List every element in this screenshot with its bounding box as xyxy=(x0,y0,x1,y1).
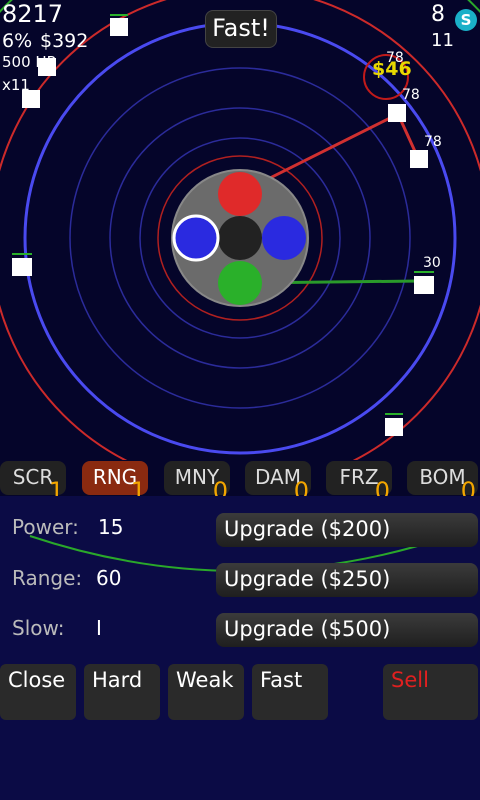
enemy xyxy=(414,276,434,294)
enemy-hp-label: 30 xyxy=(423,255,441,271)
enemy xyxy=(410,150,428,168)
speed-button[interactable]: Fast! xyxy=(205,10,277,48)
wave-number: 11 xyxy=(431,30,454,51)
slow-value: I xyxy=(96,616,102,640)
upgrade-power-button[interactable]: Upgrade ($200) xyxy=(216,513,478,547)
score: 8217 xyxy=(2,0,64,28)
tab-rng[interactable]: RNG 1 xyxy=(82,461,148,505)
enemy xyxy=(385,418,403,436)
green-tower-orb[interactable] xyxy=(218,261,262,305)
coin-icon-letter: S xyxy=(460,11,472,29)
tab-dam[interactable]: DAM 0 xyxy=(245,461,311,505)
fast-button[interactable]: Fast xyxy=(252,664,328,720)
upgrade-range-button[interactable]: Upgrade ($250) xyxy=(216,563,478,597)
tab-mny[interactable]: MNY 0 xyxy=(164,461,230,505)
tab-label: SCR xyxy=(12,465,54,489)
upgrade-slow-button[interactable]: Upgrade ($500) xyxy=(216,613,478,647)
coin-icon[interactable]: S xyxy=(455,9,477,31)
enemy-hp: 500 HP xyxy=(2,53,56,71)
range-label: Range: xyxy=(12,566,83,590)
hard-button[interactable]: Hard xyxy=(84,664,160,720)
red-tower-orb[interactable] xyxy=(218,172,262,216)
progress-percent: 6% xyxy=(2,30,33,52)
enemy-hp-label: 78 xyxy=(386,50,404,66)
enemy-hp-label: 78 xyxy=(424,134,442,150)
blue-tower-orb-right[interactable] xyxy=(262,216,306,260)
money: $392 xyxy=(40,30,89,52)
enemy xyxy=(110,18,128,36)
enemy xyxy=(388,104,406,122)
tab-scr[interactable]: SCR 1 xyxy=(0,461,66,505)
close-button[interactable]: Close xyxy=(0,664,76,720)
power-label: Power: xyxy=(12,515,79,539)
tab-frz[interactable]: FRZ 0 xyxy=(326,461,392,505)
tab-bom[interactable]: BOM 0 xyxy=(407,461,478,505)
tower-core xyxy=(218,216,262,260)
power-value: 15 xyxy=(98,515,124,539)
slow-label: Slow: xyxy=(12,616,65,640)
enemy xyxy=(12,258,32,276)
blue-tower-orb-left[interactable] xyxy=(172,214,220,262)
enemy-hp-label: 78 xyxy=(402,87,420,103)
weak-button[interactable]: Weak xyxy=(168,664,244,720)
tab-label: FRZ xyxy=(339,465,379,489)
lives: 8 xyxy=(431,2,445,27)
multiplier: x11 xyxy=(2,76,30,94)
range-value: 60 xyxy=(96,566,122,590)
tab-label: BOM xyxy=(419,465,466,489)
sell-button[interactable]: Sell xyxy=(383,664,478,720)
